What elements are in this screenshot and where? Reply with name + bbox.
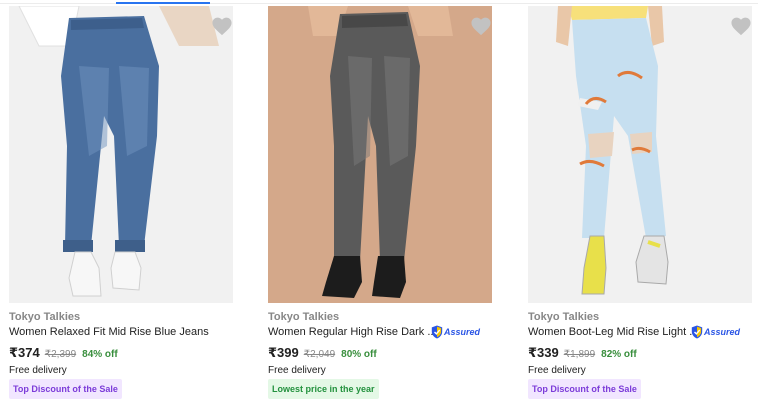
assured-badge: Assured bbox=[431, 325, 480, 339]
shield-check-icon bbox=[431, 325, 443, 339]
assured-label: Assured bbox=[444, 327, 481, 337]
product-image[interactable] bbox=[9, 6, 233, 303]
product-card[interactable]: Tokyo Talkies Women Boot-Leg Mid Rise Li… bbox=[528, 6, 752, 402]
price-row: ₹399 ₹2,049 80% off bbox=[268, 345, 377, 361]
divider bbox=[0, 3, 758, 4]
product-card[interactable]: Tokyo Talkies Women Regular High Rise Da… bbox=[268, 6, 492, 402]
product-title[interactable]: Women Boot-Leg Mid Rise Light ... bbox=[528, 326, 698, 338]
offer-tag: Lowest price in the year bbox=[268, 379, 379, 399]
original-price: ₹2,049 bbox=[303, 349, 336, 360]
discount-percent: 80% off bbox=[341, 349, 377, 360]
heart-icon[interactable] bbox=[730, 16, 752, 36]
product-title[interactable]: Women Relaxed Fit Mid Rise Blue Jeans bbox=[9, 326, 209, 338]
assured-label: Assured bbox=[704, 327, 741, 337]
original-price: ₹1,899 bbox=[563, 349, 596, 360]
active-tab-indicator bbox=[116, 2, 210, 4]
product-title[interactable]: Women Regular High Rise Dark ... bbox=[268, 326, 437, 338]
product-image[interactable] bbox=[268, 6, 492, 303]
price-row: ₹374 ₹2,399 84% off bbox=[9, 345, 118, 361]
product-card[interactable]: Tokyo Talkies Women Relaxed Fit Mid Rise… bbox=[9, 6, 233, 402]
offer-tag: Top Discount of the Sale bbox=[528, 379, 641, 399]
original-price: ₹2,399 bbox=[44, 349, 77, 360]
offer-tag: Top Discount of the Sale bbox=[9, 379, 122, 399]
delivery-info: Free delivery bbox=[268, 365, 326, 376]
heart-icon[interactable] bbox=[211, 16, 233, 36]
brand-name: Tokyo Talkies bbox=[268, 311, 340, 323]
brand-name: Tokyo Talkies bbox=[528, 311, 600, 323]
brand-name: Tokyo Talkies bbox=[9, 311, 81, 323]
shield-check-icon bbox=[691, 325, 703, 339]
delivery-info: Free delivery bbox=[9, 365, 67, 376]
heart-icon[interactable] bbox=[470, 16, 492, 36]
product-image[interactable] bbox=[528, 6, 752, 303]
selling-price: ₹399 bbox=[268, 345, 299, 360]
delivery-info: Free delivery bbox=[528, 365, 586, 376]
assured-badge: Assured bbox=[691, 325, 740, 339]
price-row: ₹339 ₹1,899 82% off bbox=[528, 345, 637, 361]
product-grid: Tokyo Talkies Women Relaxed Fit Mid Rise… bbox=[0, 6, 758, 402]
discount-percent: 82% off bbox=[601, 349, 637, 360]
selling-price: ₹374 bbox=[9, 345, 40, 360]
discount-percent: 84% off bbox=[82, 349, 118, 360]
selling-price: ₹339 bbox=[528, 345, 559, 360]
